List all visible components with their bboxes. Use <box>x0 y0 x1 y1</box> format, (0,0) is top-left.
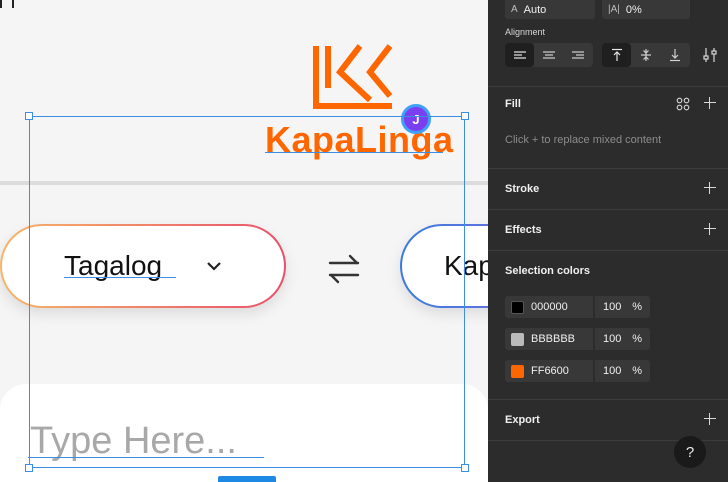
color-swatch[interactable] <box>511 332 524 346</box>
section-divider <box>488 399 728 400</box>
section-divider <box>488 209 728 210</box>
section-divider <box>488 86 728 87</box>
opacity-unit: % <box>632 301 642 313</box>
align-center-button[interactable] <box>534 43 563 67</box>
selection-color-row[interactable]: 000000 100 % <box>505 296 650 318</box>
selection-size-tag <box>218 476 276 482</box>
align-bottom-button[interactable] <box>660 43 689 67</box>
section-divider <box>488 168 728 169</box>
color-opacity-field[interactable]: 100 % <box>595 296 650 318</box>
align-bottom-icon <box>669 49 680 62</box>
color-hex-value: 000000 <box>531 301 568 313</box>
selection-color-row[interactable]: FF6600 100 % <box>505 360 650 382</box>
opacity-value: 100 <box>603 365 622 377</box>
fill-hint: Click + to replace mixed content <box>505 134 662 146</box>
align-left-button[interactable] <box>505 43 534 67</box>
align-left-icon <box>513 51 526 59</box>
letter-spacing-icon: |A| <box>608 4 620 15</box>
letter-spacing-value: 0% <box>625 3 642 16</box>
color-swatch[interactable] <box>511 364 524 378</box>
fill-title: Fill <box>505 98 521 110</box>
color-hex-field[interactable]: BBBBBB <box>505 328 593 350</box>
line-height-value: Auto <box>523 3 547 16</box>
color-swatch[interactable] <box>511 300 524 314</box>
align-middle-button[interactable] <box>631 43 660 67</box>
align-top-button[interactable] <box>602 43 631 67</box>
frame-corner-mark <box>0 0 14 8</box>
color-opacity-field[interactable]: 100 % <box>595 360 650 382</box>
add-effect-plus-icon[interactable] <box>704 223 716 235</box>
selection-color-row[interactable]: BBBBBB 100 % <box>505 328 650 350</box>
export-title: Export <box>505 414 540 426</box>
letter-spacing-field[interactable]: |A| 0% <box>602 0 690 19</box>
design-canvas[interactable]: KapaLinga J Tagalog Kap Type Here... <box>0 0 488 482</box>
opacity-value: 100 <box>603 333 622 345</box>
horizontal-align-group <box>505 43 593 67</box>
help-button[interactable]: ? <box>674 436 706 468</box>
style-grid-icon[interactable] <box>676 97 690 111</box>
resize-handle-top-left[interactable] <box>25 112 33 120</box>
design-inspector-panel: A Auto |A| 0% Alignment Fill Click + to … <box>488 0 728 482</box>
align-center-icon <box>542 51 555 59</box>
vertical-align-group <box>602 43 690 67</box>
color-hex-value: FF6600 <box>531 365 569 377</box>
section-divider <box>488 250 728 251</box>
effects-title: Effects <box>505 224 542 236</box>
color-opacity-field[interactable]: 100 % <box>595 328 650 350</box>
line-height-field[interactable]: A Auto <box>505 0 595 19</box>
resize-handle-top-right[interactable] <box>461 112 469 120</box>
color-hex-field[interactable]: FF6600 <box>505 360 593 382</box>
align-right-icon <box>571 51 584 59</box>
color-hex-field[interactable]: 000000 <box>505 296 593 318</box>
color-hex-value: BBBBBB <box>531 333 576 345</box>
add-stroke-plus-icon[interactable] <box>704 182 716 194</box>
add-export-plus-icon[interactable] <box>704 413 716 425</box>
opacity-unit: % <box>632 365 642 377</box>
align-right-button[interactable] <box>563 43 592 67</box>
opacity-unit: % <box>632 333 642 345</box>
selection-bounding-box[interactable] <box>29 116 465 468</box>
resize-handle-bottom-left[interactable] <box>25 464 33 472</box>
alignment-title: Alignment <box>505 27 546 37</box>
stroke-title: Stroke <box>505 183 540 195</box>
align-middle-icon <box>640 49 651 61</box>
kapalinga-logo-icon <box>313 44 393 109</box>
text-settings-icon[interactable] <box>703 47 717 63</box>
resize-handle-bottom-right[interactable] <box>461 464 469 472</box>
opacity-value: 100 <box>603 301 622 313</box>
selection-colors-title: Selection colors <box>505 265 590 277</box>
align-top-icon <box>611 48 622 61</box>
add-fill-plus-icon[interactable] <box>704 97 716 109</box>
line-height-icon: A <box>511 4 518 15</box>
